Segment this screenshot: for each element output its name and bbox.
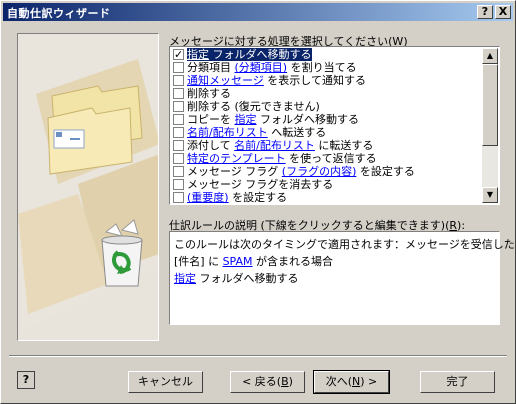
action-value-link[interactable]: 名前/配布リスト (234, 139, 315, 152)
action-label: 名前/配布リスト へ転送する (187, 126, 327, 139)
action-checkbox[interactable] (173, 62, 184, 73)
action-checkbox[interactable] (173, 192, 184, 203)
action-label: (重要度) を設定する (187, 191, 288, 203)
action-item[interactable]: 名前/配布リスト へ転送する (171, 126, 482, 139)
action-label: メッセージ フラグ (フラグの内容) を設定する (187, 165, 415, 178)
action-item[interactable]: (重要度) を設定する (171, 191, 482, 203)
action-checkbox[interactable] (173, 166, 184, 177)
action-item[interactable]: メッセージ フラグ (フラグの内容) を設定する (171, 165, 482, 178)
scroll-up-arrow-icon[interactable]: ▲ (482, 48, 498, 64)
action-value-link[interactable]: 特定のテンプレート (187, 152, 286, 165)
action-checkbox[interactable] (173, 153, 184, 164)
action-checkbox[interactable] (173, 101, 184, 112)
description-line-trigger: このルールは次のタイミングで適用されます：メッセージを受信したとき (174, 238, 516, 251)
folder-icon-front (47, 107, 133, 175)
description-line-action: 指定 フォルダへ移動する (174, 272, 299, 285)
action-value-link[interactable]: (重要度) (187, 191, 229, 203)
actions-list: 指定 フォルダへ移動する分類項目 (分類項目) を割り当てる通知メッセージ を表… (171, 48, 482, 203)
actions-listbox[interactable]: 指定 フォルダへ移動する分類項目 (分類項目) を割り当てる通知メッセージ を表… (169, 46, 500, 205)
action-item[interactable]: 分類項目 (分類項目) を割り当てる (171, 61, 482, 74)
action-label: メッセージ フラグを消去する (187, 178, 334, 191)
finish-button[interactable]: 完了 (420, 371, 495, 393)
button-separator (9, 355, 507, 357)
action-checkbox[interactable] (173, 114, 184, 125)
rule-description-box: このルールは次のタイミングで適用されます：メッセージを受信したとき [件名] に… (169, 231, 516, 325)
action-checkbox[interactable] (173, 127, 184, 138)
action-value-link[interactable]: 指定 (235, 113, 257, 126)
action-checkbox[interactable] (173, 75, 184, 86)
condition-value-link[interactable]: SPAM (223, 255, 253, 268)
action-checkbox[interactable] (173, 179, 184, 190)
action-checkbox[interactable] (173, 140, 184, 151)
back-button[interactable]: < 戻る(B) (230, 371, 305, 393)
action-label: コピーを 指定 フォルダへ移動する (187, 113, 359, 126)
title-close-button[interactable]: X (495, 5, 511, 19)
action-item[interactable]: 添付して 名前/配布リスト に転送する (171, 139, 482, 152)
wizard-illustration (17, 33, 159, 341)
action-label: 特定のテンプレート を使って返信する (187, 152, 377, 165)
rules-wizard-window: 自動仕訳ウィザード ? X メッセージに対する処理を選択してください(W) ✓ … (0, 0, 516, 404)
action-item[interactable]: 特定のテンプレート を使って返信する (171, 152, 482, 165)
action-item[interactable]: 削除する (171, 87, 482, 100)
action-value-link[interactable]: 通知メッセージ (187, 74, 264, 87)
folder-target-link[interactable]: 指定 (174, 272, 196, 285)
action-label: 指定 フォルダへ移動する (187, 48, 312, 61)
recycle-bin-icon (101, 219, 143, 287)
action-label: 通知メッセージ を表示して通知する (187, 74, 366, 87)
actions-scrollbar[interactable]: ▲ ▼ (482, 48, 498, 203)
action-item[interactable]: 指定 フォルダへ移動する (171, 48, 482, 61)
window-title: 自動仕訳ウィザード (7, 7, 111, 20)
scroll-down-arrow-icon[interactable]: ▼ (482, 187, 498, 203)
title-bar: 自動仕訳ウィザード ? X (3, 3, 513, 21)
action-value-link[interactable]: 指定 (187, 48, 209, 61)
title-help-button[interactable]: ? (477, 5, 493, 19)
action-item[interactable]: コピーを 指定 フォルダへ移動する (171, 113, 482, 126)
action-item[interactable]: 削除する (復元できません) (171, 100, 482, 113)
help-icon[interactable]: ? (17, 371, 35, 389)
action-label: 削除する (187, 87, 231, 100)
action-label: 削除する (復元できません) (187, 100, 320, 113)
description-line-condition: [件名] に SPAM が含まれる場合 (174, 255, 334, 268)
action-label: 分類項目 (分類項目) を割り当てる (187, 61, 357, 74)
cancel-button[interactable]: キャンセル (128, 371, 203, 393)
action-item[interactable]: 通知メッセージ を表示して通知する (171, 74, 482, 87)
action-value-link[interactable]: 名前/配布リスト (187, 126, 268, 139)
next-button[interactable]: 次へ(N) > (313, 370, 390, 394)
action-value-link[interactable]: (分類項目) (235, 61, 288, 74)
folders-recycle-illustration (18, 34, 158, 334)
action-checkbox[interactable] (173, 48, 184, 61)
scroll-thumb[interactable] (482, 64, 498, 146)
action-item[interactable]: メッセージ フラグを消去する (171, 178, 482, 191)
action-value-link[interactable]: (フラグの内容) (282, 165, 357, 178)
action-checkbox[interactable] (173, 88, 184, 99)
action-label: 添付して 名前/配布リスト に転送する (187, 139, 374, 152)
